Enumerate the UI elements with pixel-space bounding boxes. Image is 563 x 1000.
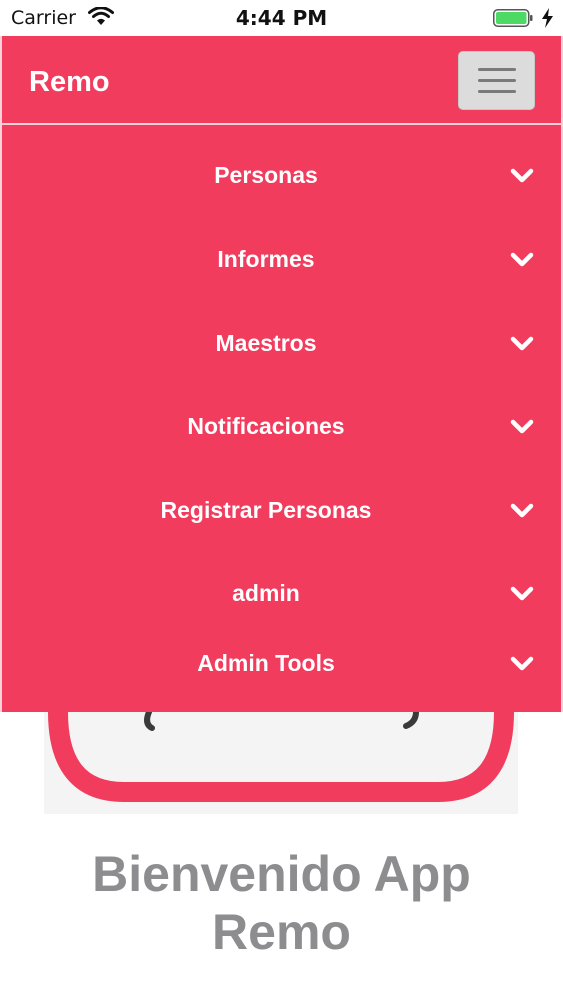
status-time: 4:44 PM [235,6,328,30]
menu-item-label: Registrar Personas [160,497,372,523]
app-logo-graphic [48,712,514,802]
chevron-down-icon[interactable] [510,417,534,437]
menu-item-label: Maestros [215,330,317,356]
chevron-down-icon[interactable] [510,334,534,354]
menu-item-maestros[interactable]: Maestros [2,318,561,378]
brand-link[interactable]: Remo [29,66,110,99]
chevron-down-icon[interactable] [510,584,534,604]
welcome-heading-line: Bienvenido App [92,846,471,902]
hamburger-icon [478,90,516,93]
battery-icon [493,9,533,27]
menu-item-label: Personas [214,162,318,188]
chevron-down-icon[interactable] [510,166,534,186]
menu-item-admin[interactable]: admin [2,568,561,628]
chevron-down-icon[interactable] [510,654,534,674]
welcome-heading: Bienvenido App Remo [0,845,563,961]
welcome-heading-line: Remo [212,904,351,960]
menu-item-admin-tools[interactable]: Admin Tools [2,638,561,698]
navbar: Remo Personas Informes Maestros Notifica… [0,36,563,712]
chevron-down-icon[interactable] [510,501,534,521]
menu-item-label: Informes [217,246,315,272]
menu-item-label: Notificaciones [187,413,345,439]
status-bar: Carrier 4:44 PM [0,0,563,36]
menu-toggle-button[interactable] [458,51,535,110]
hamburger-icon [478,79,516,82]
chevron-down-icon[interactable] [510,250,534,270]
menu-item-registrar-personas[interactable]: Registrar Personas [2,485,561,545]
hamburger-icon [478,68,516,71]
navbar-header: Remo [2,36,561,125]
menu-item-notificaciones[interactable]: Notificaciones [2,401,561,461]
app-logo-image [44,712,518,814]
charging-icon [542,8,553,28]
menu-item-informes[interactable]: Informes [2,234,561,294]
menu-item-label: Admin Tools [197,650,335,676]
menu-item-personas[interactable]: Personas [2,150,561,210]
menu-item-label: admin [232,580,300,606]
